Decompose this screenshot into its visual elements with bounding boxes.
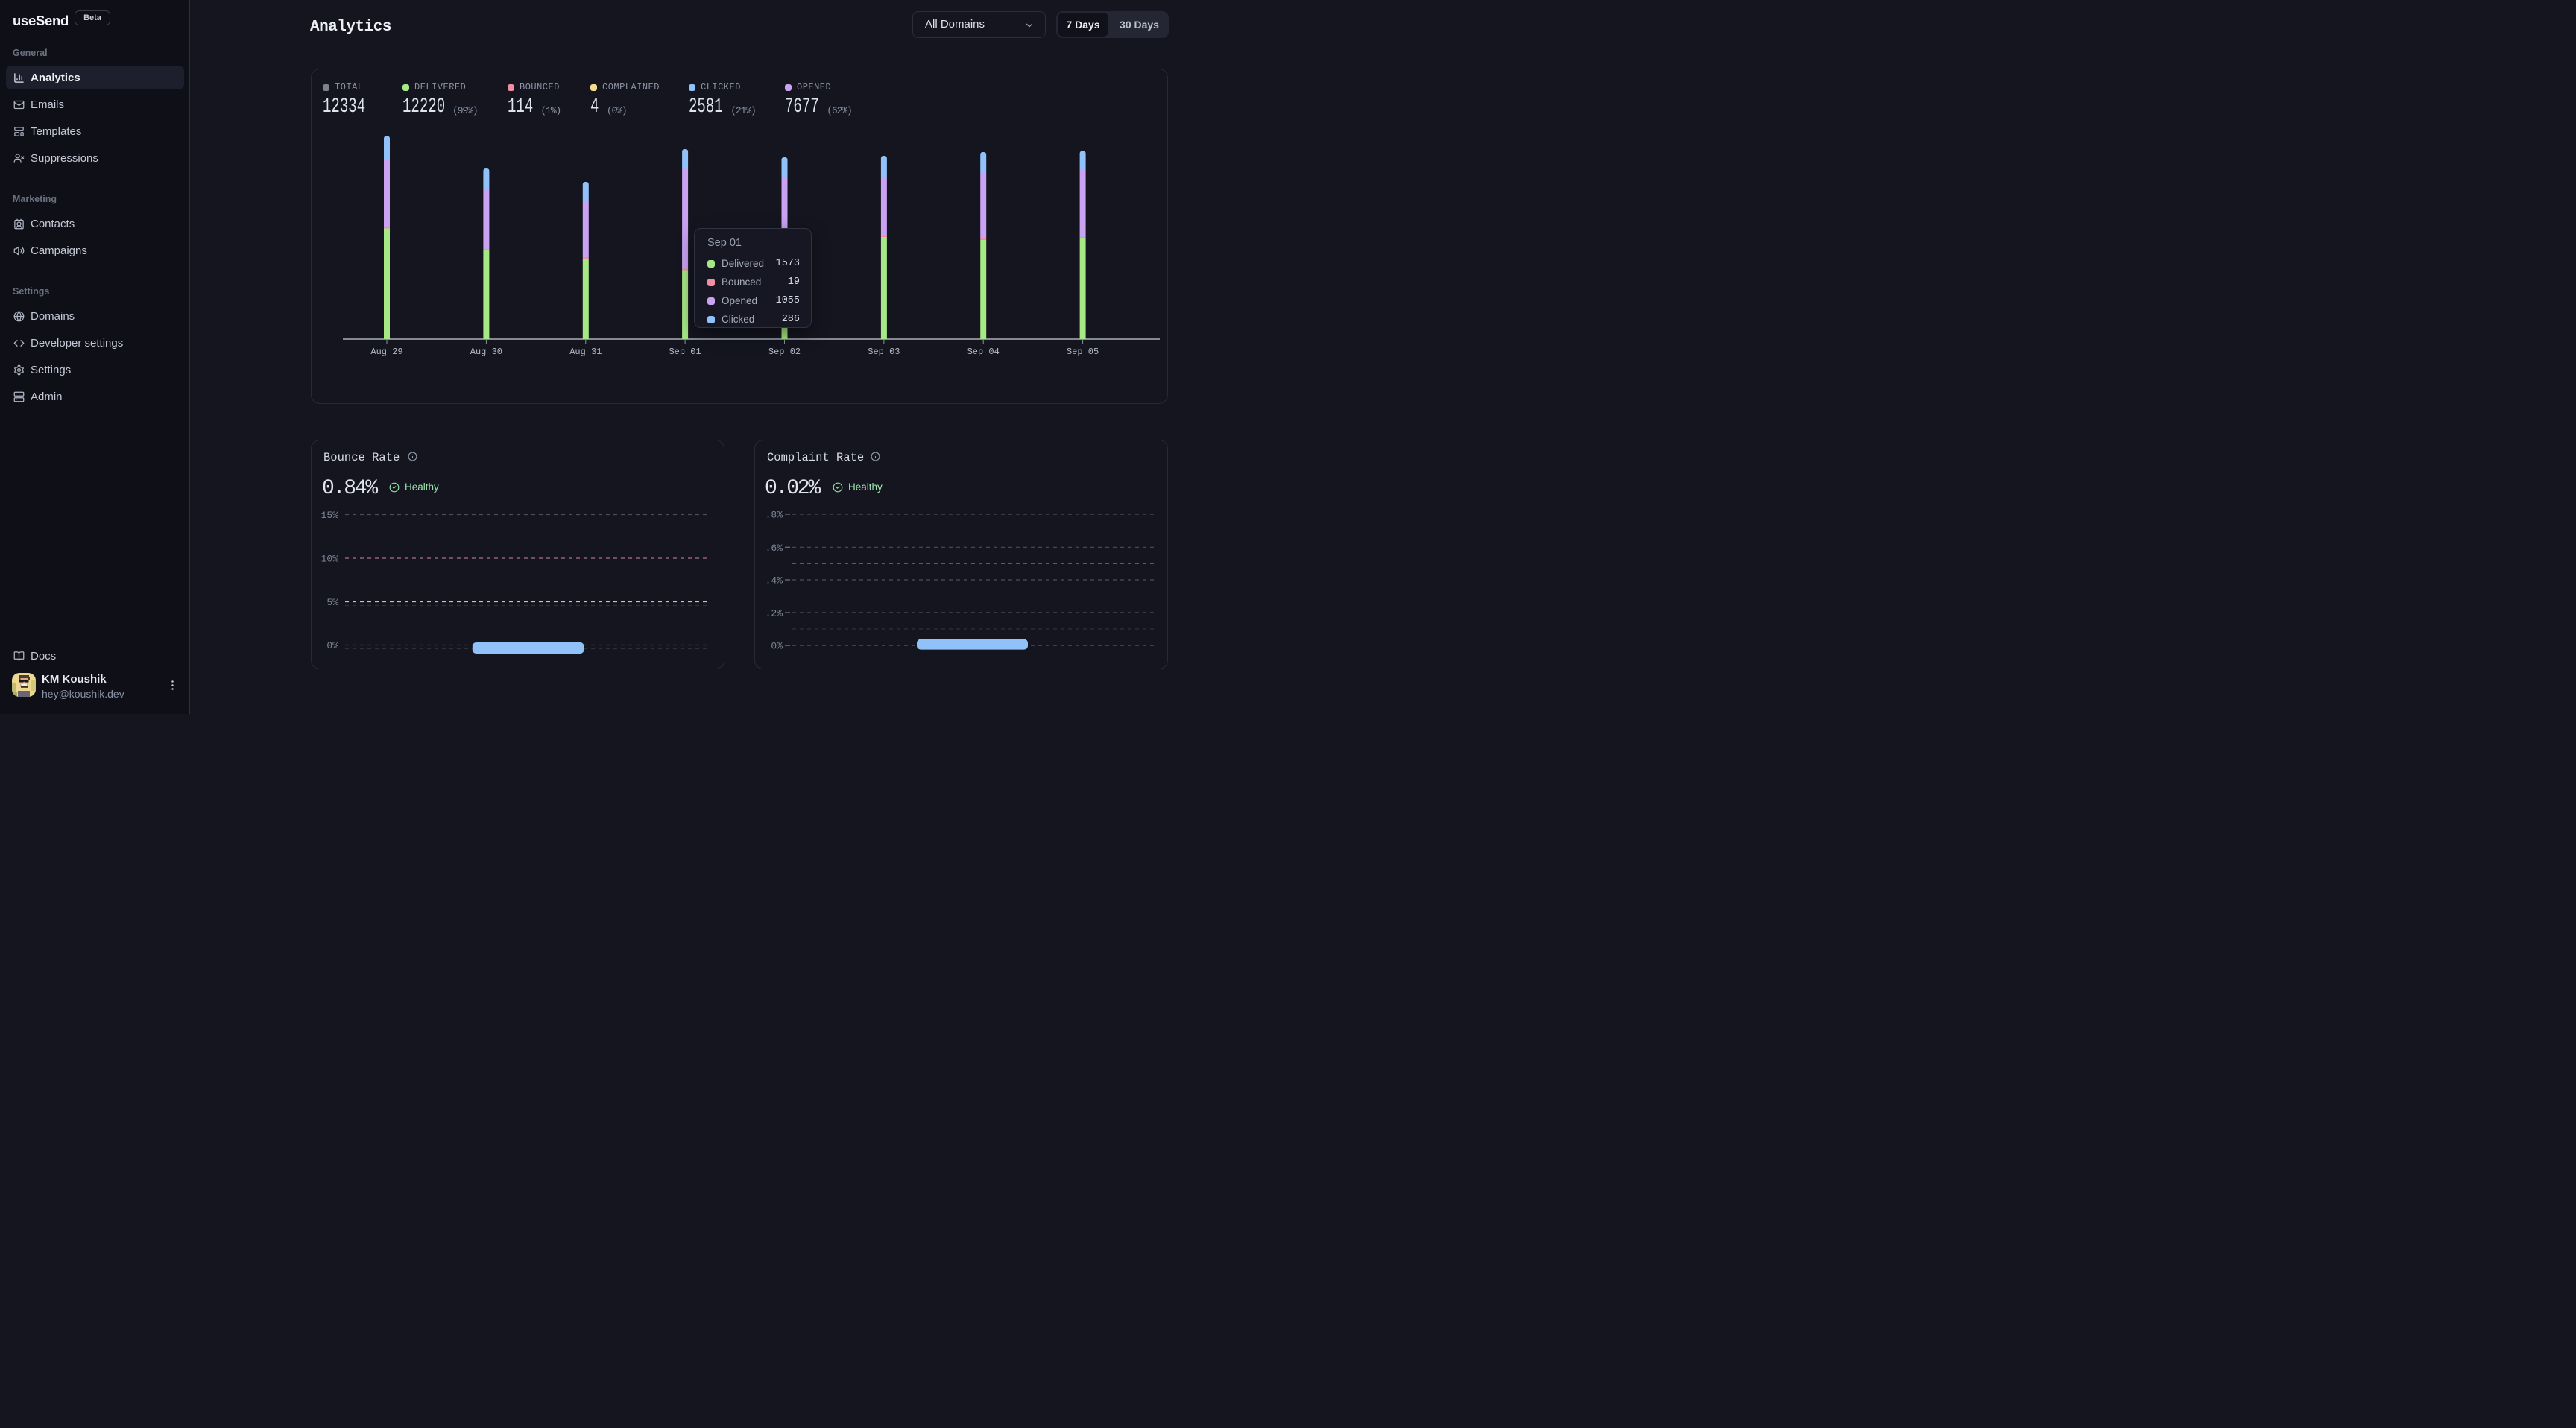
svg-text:Sep 03: Sep 03 bbox=[868, 347, 900, 357]
svg-text:Sep 04: Sep 04 bbox=[967, 347, 1000, 357]
svg-text:15%: 15% bbox=[321, 510, 339, 521]
svg-text:Aug 29: Aug 29 bbox=[370, 347, 402, 357]
svg-text:Aug 30: Aug 30 bbox=[470, 347, 502, 357]
svg-text:.8%: .8% bbox=[765, 510, 783, 521]
svg-text:0%: 0% bbox=[771, 641, 783, 652]
svg-text:Sep 02: Sep 02 bbox=[768, 347, 801, 357]
svg-text:5%: 5% bbox=[326, 597, 338, 608]
svg-text:.2%: .2% bbox=[765, 608, 783, 619]
svg-text:Aug 31: Aug 31 bbox=[569, 347, 602, 357]
svg-text:10%: 10% bbox=[321, 554, 339, 565]
svg-text:Sep 05: Sep 05 bbox=[1067, 347, 1099, 357]
svg-text:.6%: .6% bbox=[765, 543, 783, 554]
svg-text:Sep 01: Sep 01 bbox=[669, 347, 701, 357]
svg-text:.4%: .4% bbox=[765, 575, 783, 587]
svg-text:0%: 0% bbox=[326, 640, 338, 651]
